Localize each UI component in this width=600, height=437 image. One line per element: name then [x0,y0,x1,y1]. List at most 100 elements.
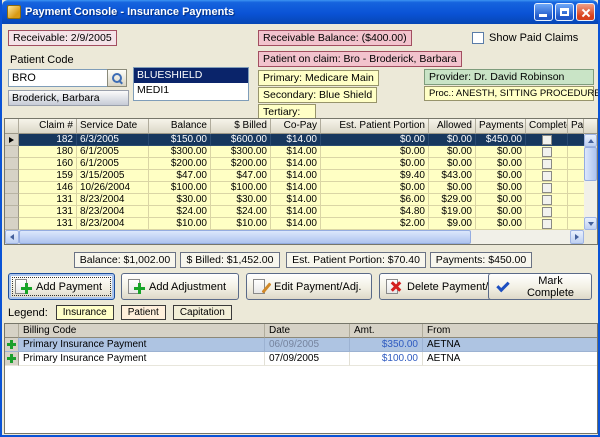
add-adjustment-button[interactable]: Add Adjustment [121,273,239,300]
claims-cell-copay: $14.00 [271,170,321,182]
claims-cell-allowed: $19.00 [429,206,476,218]
claims-col-header[interactable]: Service Date [77,119,149,134]
claims-cell-allowed: $0.00 [429,182,476,194]
horizontal-scrollbar-track[interactable] [471,230,570,244]
claims-cell-est_patient: $2.00 [321,218,429,230]
scroll-left-icon [10,234,14,240]
claims-cell-est_patient: $0.00 [321,146,429,158]
claims-cell-copay: $14.00 [271,158,321,170]
close-button[interactable] [576,3,595,21]
complete-checkbox[interactable] [542,147,552,157]
legend-label: Legend: [8,307,48,319]
claims-col-header[interactable]: $ Billed [211,119,271,134]
claims-cell-complete [526,182,568,194]
claims-row[interactable]: 14610/26/2004$100.00$100.00$14.00$0.00$0… [5,182,584,194]
edit-payment-button[interactable]: Edit Payment/Adj. [246,273,372,300]
payments-col-header[interactable]: Billing Code [19,324,265,338]
claims-cell-pa [568,206,584,218]
titlebar[interactable]: Payment Console - Insurance Payments [2,0,598,24]
payments-col-header[interactable]: From [423,324,597,338]
vertical-scrollbar-track[interactable] [584,181,597,217]
claims-cell-balance: $300.00 [149,146,211,158]
show-paid-claims-checkbox[interactable] [472,32,484,44]
claims-row[interactable]: 1606/1/2005$200.00$200.00$14.00$0.00$0.0… [5,158,584,170]
payment-row-indicator [5,338,19,352]
claims-col-header[interactable]: Payments [476,119,526,134]
insurance-option-blueshield[interactable]: BLUESHIELD [134,68,248,83]
row-indicator [5,194,19,206]
payment-row[interactable]: Primary Insurance Payment06/09/2005$350.… [5,338,597,352]
claims-cell-payments: $0.00 [476,194,526,206]
add-adjustment-label: Add Adjustment [149,281,226,293]
claims-col-header[interactable]: Complete [526,119,568,134]
claims-cell-payments: $0.00 [476,146,526,158]
claims-cell-billed: $200.00 [211,158,271,170]
maximize-button[interactable] [555,3,574,21]
show-paid-claims[interactable]: Show Paid Claims [472,32,578,44]
scroll-right-button[interactable] [570,230,584,244]
search-button[interactable] [107,69,127,87]
claims-row[interactable]: 1806/1/2005$300.00$300.00$14.00$0.00$0.0… [5,146,584,158]
insurance-listbox[interactable]: BLUESHIELD MEDI1 [133,67,249,101]
claims-cell-billed: $47.00 [211,170,271,182]
minimize-button[interactable] [534,3,553,21]
claims-cell-copay: $14.00 [271,182,321,194]
legend-items: InsurancePatientCapitation [56,305,232,320]
claims-cell-pa [568,182,584,194]
claims-horizontal-scrollbar[interactable] [5,230,584,244]
patient-name[interactable]: Broderick, Barbara [8,90,129,106]
complete-checkbox[interactable] [542,159,552,169]
claims-cell-copay: $14.00 [271,134,321,146]
patient-code-input[interactable] [8,69,108,87]
claims-row[interactable]: 1318/23/2004$30.00$30.00$14.00$6.00$29.0… [5,194,584,206]
claims-row[interactable]: 1593/15/2005$47.00$47.00$14.00$9.40$43.0… [5,170,584,182]
claims-col-header[interactable]: Claim # [19,119,77,134]
scroll-left-button[interactable] [5,230,19,244]
claims-cell-est_patient: $9.40 [321,170,429,182]
legend-item-capitation: Capitation [173,305,232,320]
complete-checkbox[interactable] [542,135,552,145]
scroll-up-button[interactable] [584,134,597,147]
claims-col-header[interactable]: Co-Pay [271,119,321,134]
insurance-option-medi1[interactable]: MEDI1 [134,83,248,98]
payment-cell-billing_code: Primary Insurance Payment [19,352,265,366]
claims-cell-service_date: 3/15/2005 [77,170,149,182]
claims-cell-complete [526,218,568,230]
claims-col-header[interactable]: Balance [149,119,211,134]
claims-row[interactable]: 1318/23/2004$24.00$24.00$14.00$4.80$19.0… [5,206,584,218]
complete-checkbox[interactable] [542,195,552,205]
expand-plus-icon[interactable] [7,340,16,349]
horizontal-scrollbar-thumb[interactable] [19,230,471,244]
complete-checkbox[interactable] [542,171,552,181]
mark-complete-button[interactable]: Mark Complete [488,273,592,300]
payments-col-header[interactable]: Date [265,324,350,338]
scroll-down-icon [588,222,594,226]
claims-col-header[interactable]: Est. Patient Portion [321,119,429,134]
procedure-label: Proc.: ANESTH, SITTING PROCEDURE [424,86,594,101]
payments-grid-header: Billing CodeDateAmt.From [5,324,597,338]
claims-cell-est_patient: $4.80 [321,206,429,218]
payments-col-header[interactable]: Amt. [350,324,423,338]
payment-console-window: Payment Console - Insurance Payments Rec… [0,0,600,437]
payment-row[interactable]: Primary Insurance Payment07/09/2005$100.… [5,352,597,366]
claims-cell-service_date: 8/23/2004 [77,218,149,230]
claims-row[interactable]: 1318/23/2004$10.00$10.00$14.00$2.00$9.00… [5,218,584,230]
claims-col-header[interactable]: Pa [568,119,584,134]
complete-checkbox[interactable] [542,207,552,217]
vertical-scrollbar-thumb[interactable] [584,147,597,181]
claims-col-header[interactable]: Allowed [429,119,476,134]
show-paid-claims-label: Show Paid Claims [489,32,578,44]
complete-checkbox[interactable] [542,183,552,193]
complete-checkbox[interactable] [542,219,552,229]
payment-cell-amount: $100.00 [350,352,423,366]
claims-vertical-scrollbar[interactable] [584,134,597,230]
claims-grid-header: Claim #Service DateBalance$ BilledCo-Pay… [5,119,597,134]
claims-cell-balance: $10.00 [149,218,211,230]
claims-cell-billed: $24.00 [211,206,271,218]
add-payment-button[interactable]: Add Payment [8,273,115,300]
claims-cell-service_date: 6/1/2005 [77,146,149,158]
claims-row[interactable]: 1826/3/2005$150.00$600.00$14.00$0.00$0.0… [5,134,584,146]
scroll-down-button[interactable] [584,217,597,230]
expand-plus-icon[interactable] [7,354,16,363]
claims-cell-service_date: 6/1/2005 [77,158,149,170]
